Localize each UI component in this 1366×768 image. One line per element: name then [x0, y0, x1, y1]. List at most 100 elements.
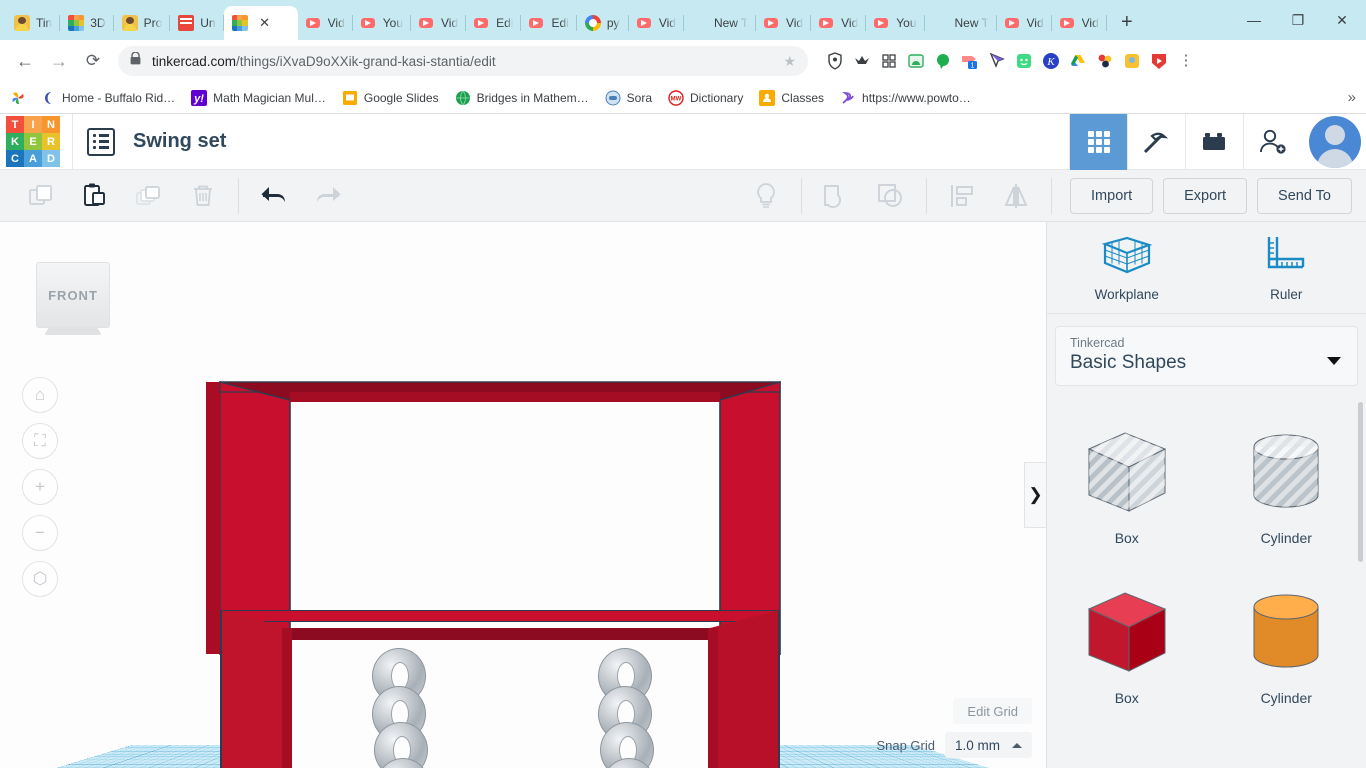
reload-icon[interactable]: ⟳ — [78, 46, 108, 76]
browser-tab[interactable]: Vid — [756, 6, 811, 40]
arch-icon[interactable] — [907, 52, 925, 70]
browser-tab[interactable]: New Tab — [684, 6, 756, 40]
browser-tab[interactable]: Un — [170, 6, 223, 40]
zoom-in-icon[interactable]: + — [22, 469, 58, 505]
ungroup-icon[interactable] — [864, 170, 918, 222]
slides-icon — [342, 90, 358, 106]
duplicate-icon[interactable] — [122, 170, 176, 222]
undo-arrow-icon[interactable] — [247, 170, 301, 222]
shape-list-scrollbar[interactable] — [1358, 402, 1363, 562]
bookmark-item[interactable]: https://www.powto… — [840, 90, 971, 106]
map-pin-icon[interactable] — [1123, 52, 1141, 70]
pinwheel-icon[interactable] — [10, 90, 26, 106]
shield-icon[interactable] — [826, 52, 844, 70]
shape-item-cylinder-hole[interactable]: Cylinder — [1207, 404, 1366, 564]
add-person-icon[interactable] — [1243, 114, 1301, 170]
chat-icon[interactable] — [1015, 52, 1033, 70]
browser-tab[interactable]: Vid — [298, 6, 353, 40]
snap-grid-select[interactable]: 1.0 mm — [945, 732, 1032, 758]
browser-tab[interactable]: py — [577, 6, 629, 40]
tinkercad-logo[interactable]: TIN KER CAD — [6, 116, 60, 167]
bookmark-item[interactable]: y! Math Magician Mul… — [191, 90, 326, 106]
drive-icon[interactable] — [1069, 52, 1087, 70]
shape-library-select[interactable]: Tinkercad Basic Shapes — [1055, 326, 1358, 386]
browser-tab[interactable]: New Tab — [925, 6, 997, 40]
copy-icon[interactable] — [14, 170, 68, 222]
trash-icon[interactable] — [176, 170, 230, 222]
perspective-toggle-icon[interactable]: ⬡ — [22, 561, 58, 597]
lego-brick-icon[interactable] — [1185, 114, 1243, 170]
bookmark-item[interactable]: MW Dictionary — [668, 90, 743, 106]
workplane-tool[interactable]: Workplane — [1047, 222, 1207, 313]
video-badge-icon[interactable]: 1 — [961, 52, 979, 70]
redo-arrow-icon[interactable] — [301, 170, 355, 222]
browser-tab[interactable]: Edi — [466, 6, 521, 40]
bookmark-item[interactable]: Classes — [759, 90, 824, 106]
tab-label: Vid — [1027, 16, 1044, 30]
bookmark-item[interactable]: Google Slides — [342, 90, 439, 106]
avatar[interactable] — [1309, 116, 1361, 168]
browser-tab[interactable]: Vid — [997, 6, 1052, 40]
close-icon[interactable]: ✕ — [256, 14, 274, 32]
page-title[interactable]: Swing set — [133, 130, 226, 153]
home-view-icon[interactable]: ⌂ — [22, 377, 58, 413]
browser-tab[interactable]: 3D — [60, 6, 113, 40]
panel-collapse-button[interactable]: ❯ — [1024, 462, 1046, 528]
close-window-button[interactable]: ✕ — [1320, 3, 1364, 37]
shield-play-icon[interactable] — [1150, 52, 1168, 70]
view-cube[interactable]: FRONT — [36, 262, 110, 328]
send-to-button[interactable]: Send To — [1257, 178, 1352, 214]
grid-icon[interactable] — [1069, 114, 1127, 170]
edit-grid-button[interactable]: Edit Grid — [953, 698, 1032, 724]
shape-item-box-hole[interactable]: Box — [1047, 404, 1207, 564]
shape-item-cylinder-solid[interactable]: Cylinder — [1207, 564, 1366, 724]
browser-tab[interactable]: Vid — [411, 6, 466, 40]
k-circle-icon[interactable]: K — [1042, 52, 1060, 70]
browser-tab[interactable]: Edi — [521, 6, 576, 40]
svg-text:1: 1 — [971, 63, 975, 70]
3d-canvas[interactable]: FRONT ⌂ ⛶ + − ⬡ Edit Grid Snap Grid 1.0 mm ❯ — [0, 222, 1046, 768]
shape-list[interactable]: Box Cylinder Box Cylinder — [1047, 392, 1366, 768]
home-view-icon-glyph: ⌂ — [35, 385, 45, 405]
crown-icon[interactable] — [853, 52, 871, 70]
browser-tab[interactable]: ✕ — [224, 6, 298, 40]
export-button[interactable]: Export — [1163, 178, 1247, 214]
align-icon[interactable] — [935, 170, 989, 222]
browser-tab[interactable]: You — [353, 6, 411, 40]
import-button[interactable]: Import — [1070, 178, 1153, 214]
project-list-icon[interactable] — [87, 128, 115, 156]
forward-icon[interactable]: → — [44, 46, 74, 76]
group-icon[interactable] — [810, 170, 864, 222]
maximize-button[interactable]: ❐ — [1276, 3, 1320, 37]
fit-view-icon[interactable]: ⛶ — [22, 423, 58, 459]
atoms-icon[interactable] — [1096, 52, 1114, 70]
cursor-icon[interactable] — [988, 52, 1006, 70]
bookmark-label: Math Magician Mul… — [213, 91, 326, 105]
browser-tab[interactable]: Vid — [811, 6, 866, 40]
minimize-button[interactable]: — — [1232, 3, 1276, 37]
paste-icon[interactable] — [68, 170, 122, 222]
zoom-in-icon-glyph: + — [35, 477, 45, 497]
bookmarks-overflow-button[interactable]: » — [1348, 89, 1356, 106]
back-icon[interactable]: ← — [10, 46, 40, 76]
lightbulb-icon[interactable] — [739, 170, 793, 222]
browser-tab[interactable]: You — [866, 6, 924, 40]
bookmark-item[interactable]: Sora — [605, 90, 652, 106]
shape-item-box-solid[interactable]: Box — [1047, 564, 1207, 724]
browser-tab[interactable]: Vid — [1052, 6, 1107, 40]
pickaxe-icon[interactable] — [1127, 114, 1185, 170]
browser-tab[interactable]: Vid — [629, 6, 684, 40]
browser-menu-icon[interactable]: ⋮ — [1177, 56, 1195, 66]
ruler-tool[interactable]: Ruler — [1207, 222, 1366, 313]
bookmark-item[interactable]: Home - Buffalo Rid… — [40, 90, 175, 106]
browser-tab[interactable]: Tin — [6, 6, 60, 40]
mirror-icon[interactable] — [989, 170, 1043, 222]
zoom-out-icon[interactable]: − — [22, 515, 58, 551]
bookmark-star-icon[interactable]: ★ — [783, 53, 796, 70]
grid-icon[interactable] — [880, 52, 898, 70]
bookmark-item[interactable]: Bridges in Mathem… — [455, 90, 589, 106]
address-bar[interactable]: tinkercad.com/things/iXvaD9oXXik-grand-k… — [118, 46, 808, 76]
bubble-icon[interactable] — [934, 52, 952, 70]
new-tab-button[interactable]: + — [1113, 9, 1141, 37]
browser-tab[interactable]: Pro — [114, 6, 171, 40]
